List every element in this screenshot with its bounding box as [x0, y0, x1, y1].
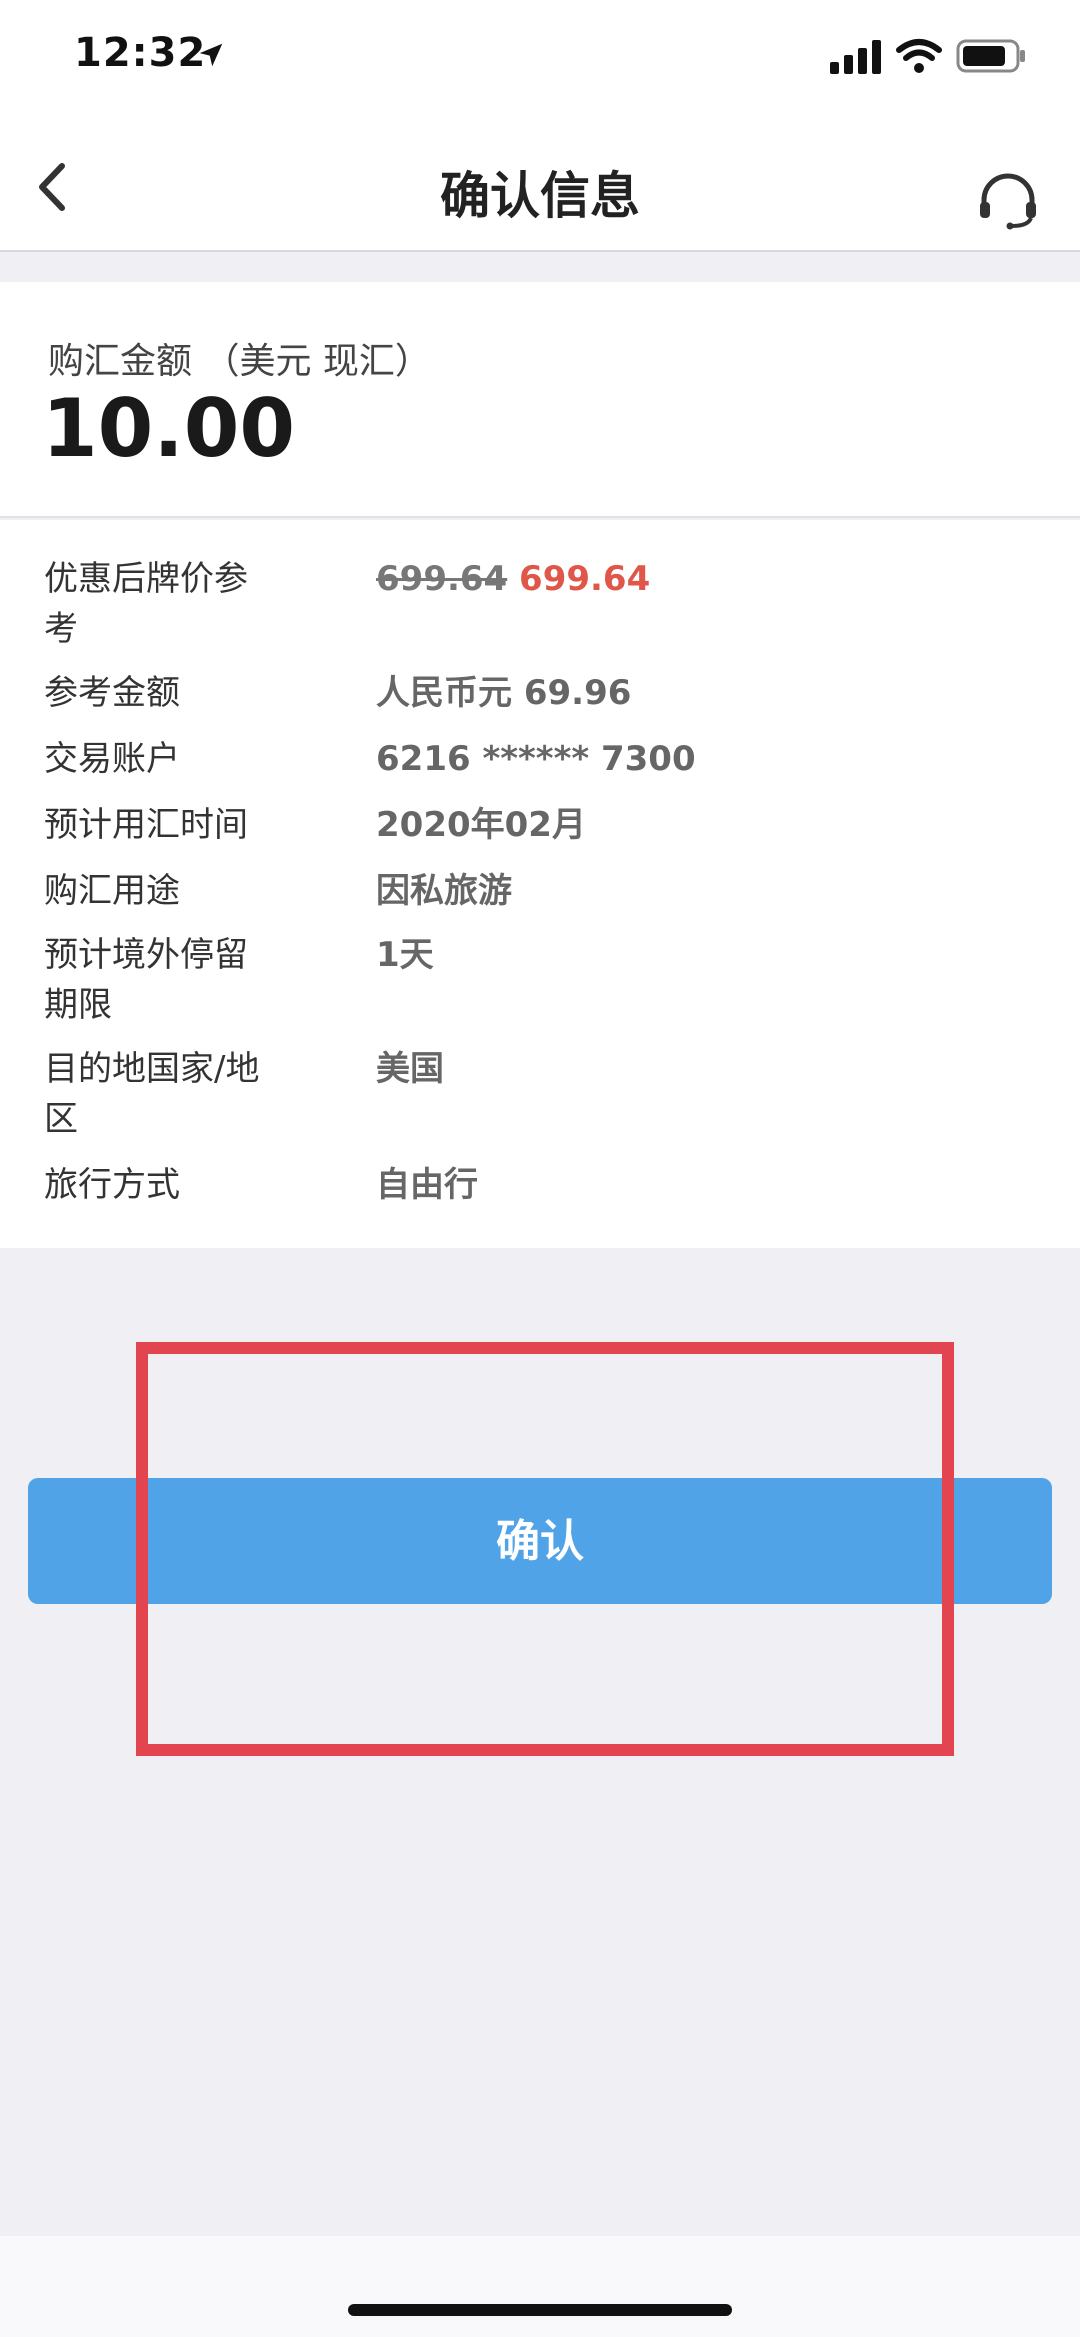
- detail-value: 美国: [376, 1049, 444, 1089]
- status-bar: 12:32: [0, 0, 1080, 120]
- status-time: 12:32: [74, 30, 207, 76]
- detail-label: 目的地国家/地区: [44, 1049, 260, 1139]
- amount-label: 购汇金额 （美元 现汇）: [48, 341, 431, 382]
- wifi-icon: [896, 39, 942, 73]
- detail-value: 自由行: [376, 1165, 478, 1205]
- details-list: 优惠后牌价参考 699.64 699.64 参考金额 人民币元 69.96 交易…: [0, 520, 1080, 1248]
- confirm-button[interactable]: 确认: [28, 1478, 1052, 1604]
- original-rate: 699.64: [376, 559, 508, 599]
- detail-label: 参考金额: [44, 673, 180, 713]
- amount-card: 购汇金额 （美元 现汇） 10.00: [0, 282, 1080, 518]
- bottom-area: [0, 2236, 1080, 2337]
- detail-label: 交易账户: [44, 739, 180, 779]
- detail-label: 预计用汇时间: [44, 805, 248, 845]
- home-indicator[interactable]: [348, 2304, 732, 2316]
- detail-value: 因私旅游: [376, 871, 512, 911]
- signal-icon: [830, 40, 881, 74]
- detail-label: 优惠后牌价参考: [44, 559, 248, 649]
- detail-value: 人民币元 69.96: [376, 673, 632, 713]
- detail-value: 699.64 699.64: [376, 554, 650, 604]
- detail-value: 1天: [376, 935, 434, 975]
- headset-icon[interactable]: [976, 172, 1040, 230]
- detail-label: 旅行方式: [44, 1165, 180, 1205]
- detail-value: 6216 ****** 7300: [376, 739, 696, 779]
- nav-bar: 确认信息: [0, 120, 1080, 252]
- detail-value: 2020年02月: [376, 805, 586, 845]
- location-arrow-icon: [199, 43, 223, 67]
- discounted-rate: 699.64: [519, 559, 651, 599]
- detail-label: 购汇用途: [44, 871, 180, 911]
- battery-icon: [956, 39, 1025, 73]
- detail-label: 预计境外停留期限: [44, 935, 248, 1025]
- amount-value: 10.00: [42, 382, 296, 475]
- page-title: 确认信息: [440, 167, 640, 225]
